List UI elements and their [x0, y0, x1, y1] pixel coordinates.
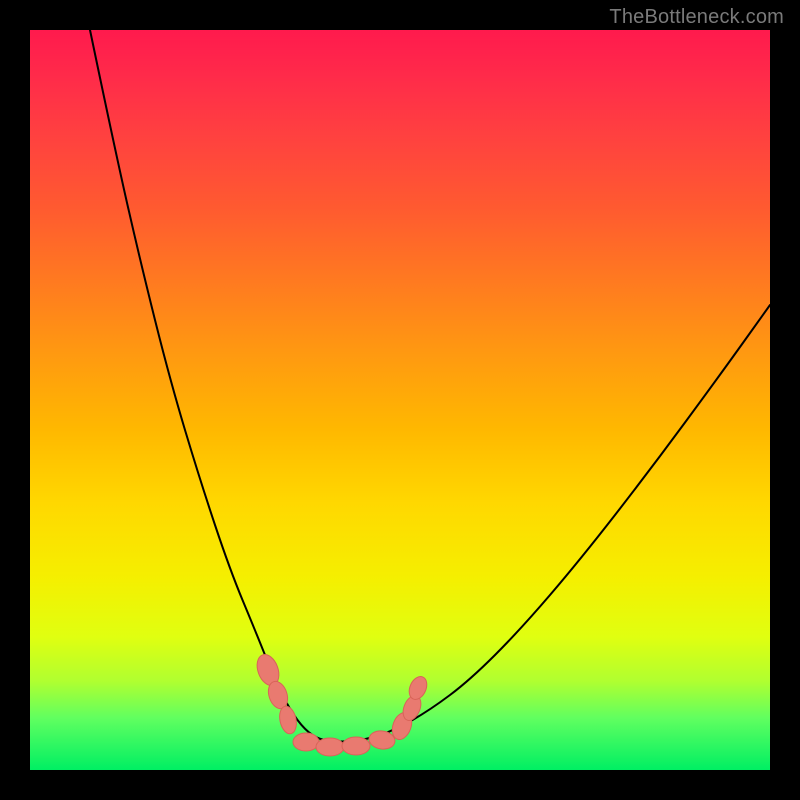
curve-marker — [293, 733, 319, 751]
curve-svg — [30, 30, 770, 770]
watermark-text: TheBottleneck.com — [609, 6, 784, 29]
plot-area — [30, 30, 770, 770]
bottleneck-curve — [90, 30, 770, 742]
curve-marker — [316, 738, 344, 756]
chart-frame: TheBottleneck.com — [0, 0, 800, 800]
markers-group — [253, 652, 430, 756]
curve-marker — [277, 705, 298, 736]
curve-marker — [368, 729, 396, 750]
curve-marker — [342, 737, 370, 755]
